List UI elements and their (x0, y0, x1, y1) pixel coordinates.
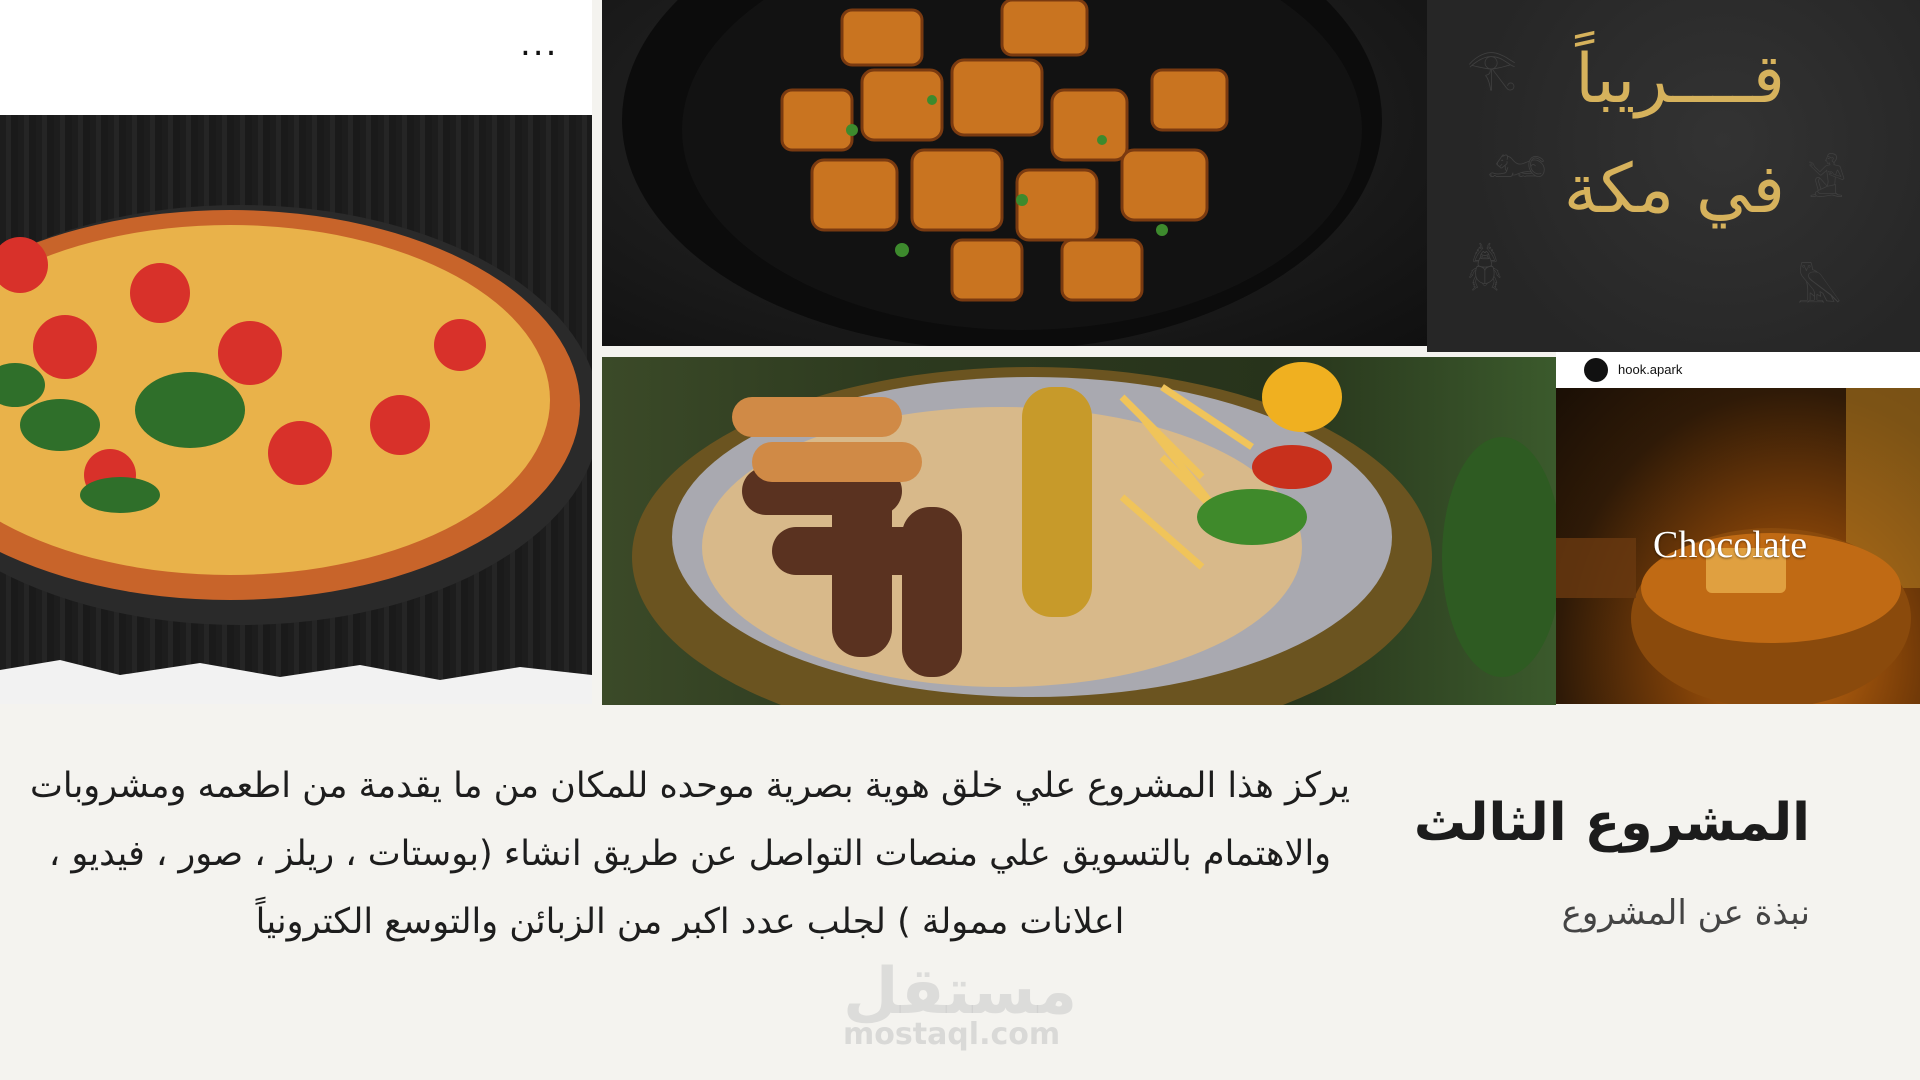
account-handle[interactable]: hook.apark (1618, 358, 1682, 382)
project-subtitle: نبذة عن المشروع (1561, 893, 1810, 933)
project-description: يركز هذا المشروع علي خلق هوية بصرية موحد… (29, 766, 1351, 942)
account-avatar-icon[interactable] (1584, 358, 1608, 382)
hieroglyph-decoration-icon: 𓆣 (1467, 246, 1503, 292)
grill-illustration (632, 362, 1556, 705)
coming-soon-location: في مكة (1563, 150, 1785, 229)
more-options-icon[interactable]: ... (520, 27, 558, 61)
chocolate-post-title: Chocolate (1653, 524, 1808, 566)
chocolate-post-card[interactable]: hook.apark Chocolate (1556, 352, 1920, 704)
hieroglyph-decoration-icon: 𓅓 (1797, 266, 1842, 312)
project-title: المشروع الثالث (1413, 793, 1810, 853)
pizza-illustration (0, 205, 592, 704)
pizza-image (0, 115, 592, 704)
hieroglyph-decoration-icon: 𓃭 (1487, 137, 1547, 188)
hieroglyph-decoration-icon: 𓀀 (1807, 157, 1847, 208)
grill-platter-image (602, 357, 1556, 705)
coming-soon-heading: قــــريباً (1575, 40, 1785, 119)
watermark-url: mostaql.com (843, 1017, 1061, 1052)
potatoes-illustration (622, 0, 1382, 346)
pizza-post-card[interactable]: ... (0, 0, 592, 704)
coming-soon-card: 𓂀 𓃭 𓀀 𓆣 𓅓 قــــريباً في مكة (1427, 0, 1920, 352)
hieroglyph-decoration-icon: 𓂀 (1467, 46, 1517, 92)
potatoes-image (602, 0, 1427, 346)
chocolate-cake-image: Chocolate (1556, 388, 1920, 704)
